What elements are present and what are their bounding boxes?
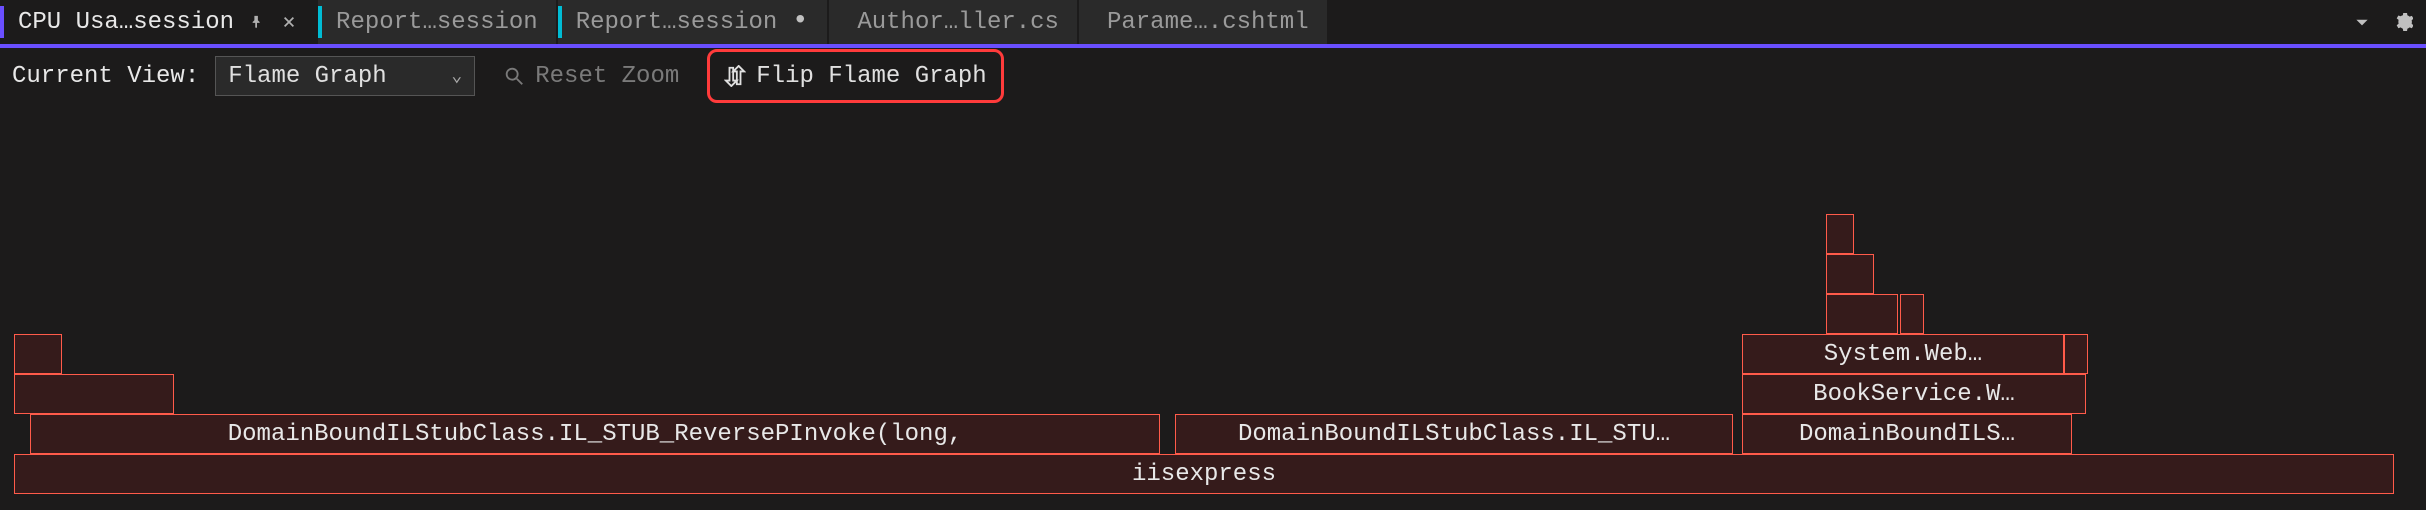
tab-label: Author…ller.cs — [857, 9, 1059, 36]
flame-box-col3-r6[interactable] — [1826, 214, 1854, 254]
tab-strip-tools — [2350, 0, 2426, 44]
reset-zoom-label: Reset Zoom — [535, 63, 679, 90]
tab-cpu-usage-session[interactable]: CPU Usa…session — [0, 0, 318, 44]
chevron-down-icon: ⌄ — [451, 65, 462, 87]
tab-parame-cshtml[interactable]: Parame….cshtml — [1079, 0, 1329, 44]
overflow-tabs-button[interactable] — [2350, 10, 2374, 34]
flame-box-label: iisexpress — [25, 461, 2383, 488]
flame-graph-area[interactable]: iisexpress DomainBoundILStubClass.IL_STUB… — [0, 104, 2426, 510]
pin-icon[interactable] — [248, 13, 266, 31]
view-select-value: Flame Graph — [228, 63, 386, 90]
tab-label: Report…session — [576, 9, 778, 36]
flame-box-label: DomainBoundILS… — [1753, 421, 2061, 448]
view-select[interactable]: Flame Graph ⌄ — [215, 56, 475, 96]
flame-box-col1-r2[interactable] — [14, 374, 174, 414]
flip-flame-graph-label: Flip Flame Graph — [756, 63, 986, 90]
flame-box-col3-r4b[interactable] — [1900, 294, 1924, 334]
flame-box-col3-r5[interactable] — [1826, 254, 1874, 294]
reset-zoom-button[interactable]: Reset Zoom — [491, 56, 691, 96]
flame-box-label: System.Web… — [1753, 341, 2053, 368]
tab-accent — [318, 6, 322, 38]
tab-report-session-2[interactable]: Report…session • — [558, 0, 830, 44]
flame-box-col3-r1[interactable]: DomainBoundILS… — [1742, 414, 2072, 454]
flame-box-col3-r3b[interactable] — [2064, 334, 2088, 374]
flame-box-col1-r3[interactable] — [14, 334, 62, 374]
flip-flame-graph-button[interactable]: Flip Flame Graph — [724, 56, 986, 96]
tab-label: Parame….cshtml — [1107, 9, 1309, 36]
flame-box-col2-r1[interactable]: DomainBoundILStubClass.IL_STU… — [1175, 414, 1733, 454]
tab-label: CPU Usa…session — [18, 9, 234, 36]
current-view-label: Current View: — [12, 63, 199, 90]
gear-icon[interactable] — [2392, 10, 2416, 34]
flame-box-col3-r2[interactable]: BookService.W… — [1742, 374, 2086, 414]
tab-author-controller[interactable]: Author…ller.cs — [829, 0, 1079, 44]
flame-box-col1-r1[interactable]: DomainBoundILStubClass.IL_STUB_ReversePI… — [30, 414, 1160, 454]
flame-box-label: DomainBoundILStubClass.IL_STUB_ReversePI… — [41, 421, 1149, 448]
flip-flame-graph-highlight: Flip Flame Graph — [707, 49, 1003, 103]
magnifier-icon — [503, 65, 525, 87]
tab-label: Report…session — [336, 9, 538, 36]
close-icon[interactable] — [280, 13, 298, 31]
flame-box-col3-r4[interactable] — [1826, 294, 1898, 334]
flame-box-col3-r3[interactable]: System.Web… — [1742, 334, 2064, 374]
tab-strip: CPU Usa…session Report…session Report…se… — [0, 0, 2426, 48]
flame-box-label: DomainBoundILStubClass.IL_STU… — [1186, 421, 1722, 448]
tab-report-session-1[interactable]: Report…session — [318, 0, 558, 44]
flip-icon — [724, 65, 746, 87]
tab-accent — [0, 6, 4, 38]
toolbar: Current View: Flame Graph ⌄ Reset Zoom F… — [0, 48, 2426, 104]
flame-box-root[interactable]: iisexpress — [14, 454, 2394, 494]
tab-accent — [558, 6, 562, 38]
flame-box-label: BookService.W… — [1753, 381, 2075, 408]
dirty-indicator-icon: • — [791, 13, 809, 31]
